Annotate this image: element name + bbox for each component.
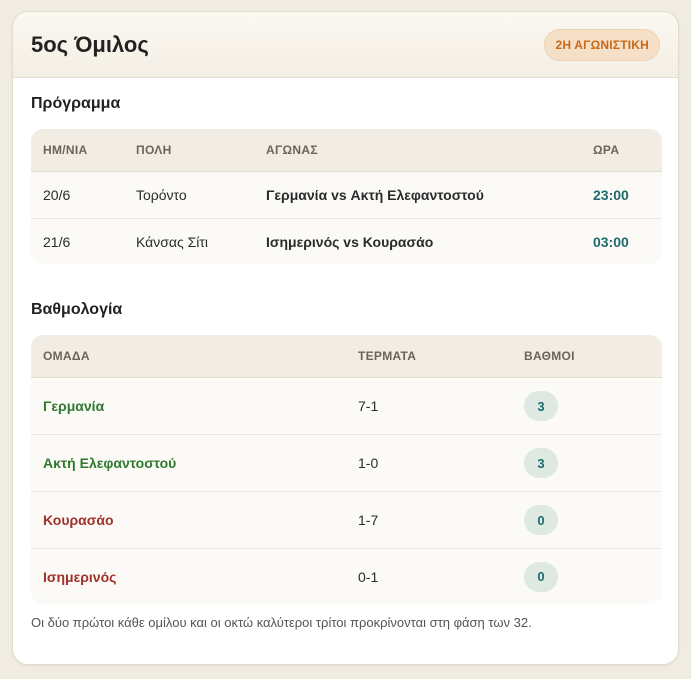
standings-title: Βαθμολογία (31, 301, 123, 318)
team-name: Ισημερινός (43, 568, 117, 585)
col-goals: ΤΕΡΜΑΤΑ (358, 349, 417, 363)
match-date: 21/6 (43, 233, 71, 250)
schedule-table: ΗΜ/ΝΙΑ ΠΟΛΗ ΑΓΩΝΑΣ ΩΡΑ 20/6 Τορόντο Γερμ… (31, 129, 662, 264)
match-teams: Γερμανία vs Ακτή Ελεφαντοστού (266, 187, 484, 203)
match-city: Κάνσας Σίτι (136, 233, 209, 250)
match-time: 23:00 (593, 187, 629, 203)
standings-row: Ακτή Ελεφαντοστού 1-0 3 (31, 435, 662, 492)
team-goals: 1-0 (358, 455, 379, 471)
card-header: 5ος Όμιλος 2Η ΑΓΩΝΙΣΤΙΚΗ (13, 12, 678, 78)
schedule-header-row: ΗΜ/ΝΙΑ ΠΟΛΗ ΑΓΩΝΑΣ ΩΡΑ (31, 129, 662, 172)
team-goals: 0-1 (358, 568, 379, 585)
points-cell: 0 (512, 505, 662, 535)
points-cell: 0 (512, 561, 662, 592)
col-time: ΩΡΑ (593, 143, 620, 157)
schedule-row: 21/6 Κάνσας Σίτι Ισημερινός vs Κουρασάο … (31, 219, 662, 264)
matchday-badge: 2Η ΑΓΩΝΙΣΤΙΚΗ (544, 28, 660, 61)
points-badge: 0 (524, 505, 558, 535)
points-cell: 3 (512, 391, 662, 421)
team-goals: 1-7 (358, 512, 379, 528)
team-name: Ακτή Ελεφαντοστού (43, 455, 177, 471)
col-team: ΟΜΑΔΑ (43, 349, 90, 363)
match-time: 03:00 (593, 233, 629, 250)
schedule-title: Πρόγραμμα (31, 95, 121, 112)
standings-row: Κουρασάο 1-7 0 (31, 492, 662, 549)
match-city: Τορόντο (136, 187, 187, 203)
col-city: ΠΟΛΗ (136, 143, 172, 157)
match-teams: Ισημερινός vs Κουρασάο (266, 233, 434, 250)
standings-table: ΟΜΑΔΑ ΤΕΡΜΑΤΑ ΒΑΘΜΟΙ Γερμανία 7-1 3 Ακτή… (31, 335, 662, 604)
group-card: 5ος Όμιλος 2Η ΑΓΩΝΙΣΤΙΚΗ Πρόγραμμα ΗΜ/ΝΙ… (12, 11, 679, 665)
standings-row: Γερμανία 7-1 3 (31, 378, 662, 435)
group-title: 5ος Όμιλος (31, 31, 149, 57)
match-date: 20/6 (43, 187, 71, 203)
col-date: ΗΜ/ΝΙΑ (43, 143, 88, 157)
schedule-row: 20/6 Τορόντο Γερμανία vs Ακτή Ελεφαντοστ… (31, 172, 662, 219)
points-cell: 3 (512, 448, 662, 478)
team-name: Κουρασάο (43, 512, 114, 528)
standings-header-row: ΟΜΑΔΑ ΤΕΡΜΑΤΑ ΒΑΘΜΟΙ (31, 335, 662, 378)
qualification-note: Οι δύο πρώτοι κάθε ομίλου και οι οκτώ κα… (31, 615, 532, 630)
team-goals: 7-1 (358, 398, 379, 414)
team-name: Γερμανία (43, 398, 105, 414)
standings-row: Ισημερινός 0-1 0 (31, 549, 662, 604)
points-badge: 3 (524, 448, 558, 478)
col-points: ΒΑΘΜΟΙ (524, 349, 575, 363)
points-badge: 0 (524, 561, 558, 592)
col-match: ΑΓΩΝΑΣ (266, 143, 318, 157)
points-badge: 3 (524, 391, 558, 421)
